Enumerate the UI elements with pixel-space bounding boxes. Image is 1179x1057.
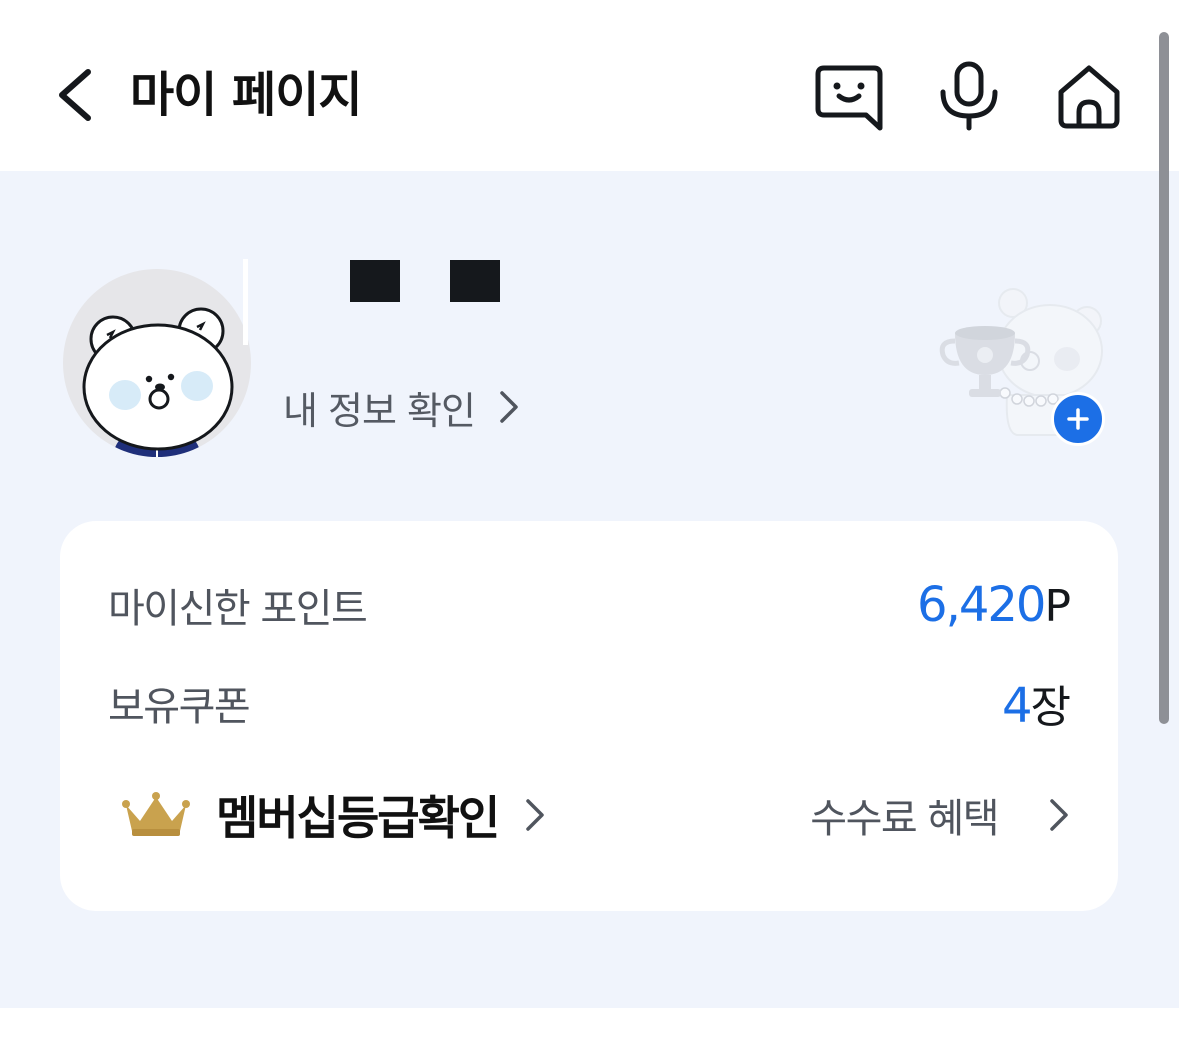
name-cursor-bar	[243, 259, 248, 345]
plus-icon	[1067, 408, 1089, 430]
chevron-left-icon	[59, 69, 91, 121]
fee-benefit-link[interactable]: 수수료 혜택	[810, 786, 1070, 844]
coupons-value: 4 장	[1001, 671, 1071, 735]
microphone-icon	[940, 61, 998, 131]
chevron-right-icon	[500, 391, 518, 423]
chat-face-icon	[815, 65, 883, 131]
benefits-card: 마이신한 포인트 6,420 P 보유쿠폰 4 장 멤버십등급확인 수수료 혜택	[60, 521, 1118, 911]
coupons-row[interactable]: 보유쿠폰 4 장	[108, 671, 1071, 735]
home-button[interactable]	[1052, 58, 1126, 132]
page-title: 마이 페이지	[130, 67, 363, 123]
points-unit: P	[1044, 581, 1071, 632]
fee-benefit-label: 수수료 혜택	[810, 796, 999, 842]
avatar[interactable]	[63, 269, 251, 457]
crown-icon	[122, 792, 190, 836]
points-row[interactable]: 마이신한 포인트 6,420 P	[108, 575, 1071, 635]
points-value: 6,420 P	[917, 577, 1071, 633]
voice-button[interactable]	[932, 58, 1006, 132]
membership-grade-link[interactable]: 멤버십등급확인	[122, 782, 546, 848]
masked-name-block	[450, 260, 500, 302]
add-badge-button[interactable]	[1051, 392, 1105, 446]
points-label: 마이신한 포인트	[108, 586, 368, 632]
membership-grade-label: 멤버십등급확인	[216, 791, 500, 845]
my-info-link[interactable]: 내 정보 확인	[283, 379, 521, 435]
coupons-label: 보유쿠폰	[108, 684, 251, 730]
back-button[interactable]	[50, 62, 102, 128]
chevron-right-icon	[526, 799, 544, 831]
membership-row: 멤버십등급확인 수수료 혜택	[122, 783, 1070, 847]
my-info-label: 내 정보 확인	[283, 388, 476, 433]
profile-section: 내 정보 확인 마이신한 포인트 6,420 P 보유쿠폰 4 장 멤버십등급확…	[0, 171, 1179, 1008]
masked-name-block	[350, 260, 400, 302]
points-number: 6,420	[917, 577, 1046, 633]
scrollbar[interactable]	[1159, 32, 1169, 724]
chevron-right-icon	[1050, 799, 1068, 831]
home-icon	[1058, 65, 1120, 129]
coupons-number: 4	[1001, 678, 1033, 734]
chatbot-button[interactable]	[812, 58, 886, 132]
app-header: 마이 페이지	[0, 0, 1179, 171]
coupons-unit: 장	[1030, 682, 1071, 733]
my-page-screen: 마이 페이지 내 정보 확인 마이신한 포인트 6,420 P 보유쿠폰 4 장…	[0, 0, 1179, 1057]
bear-avatar-icon	[82, 307, 234, 457]
